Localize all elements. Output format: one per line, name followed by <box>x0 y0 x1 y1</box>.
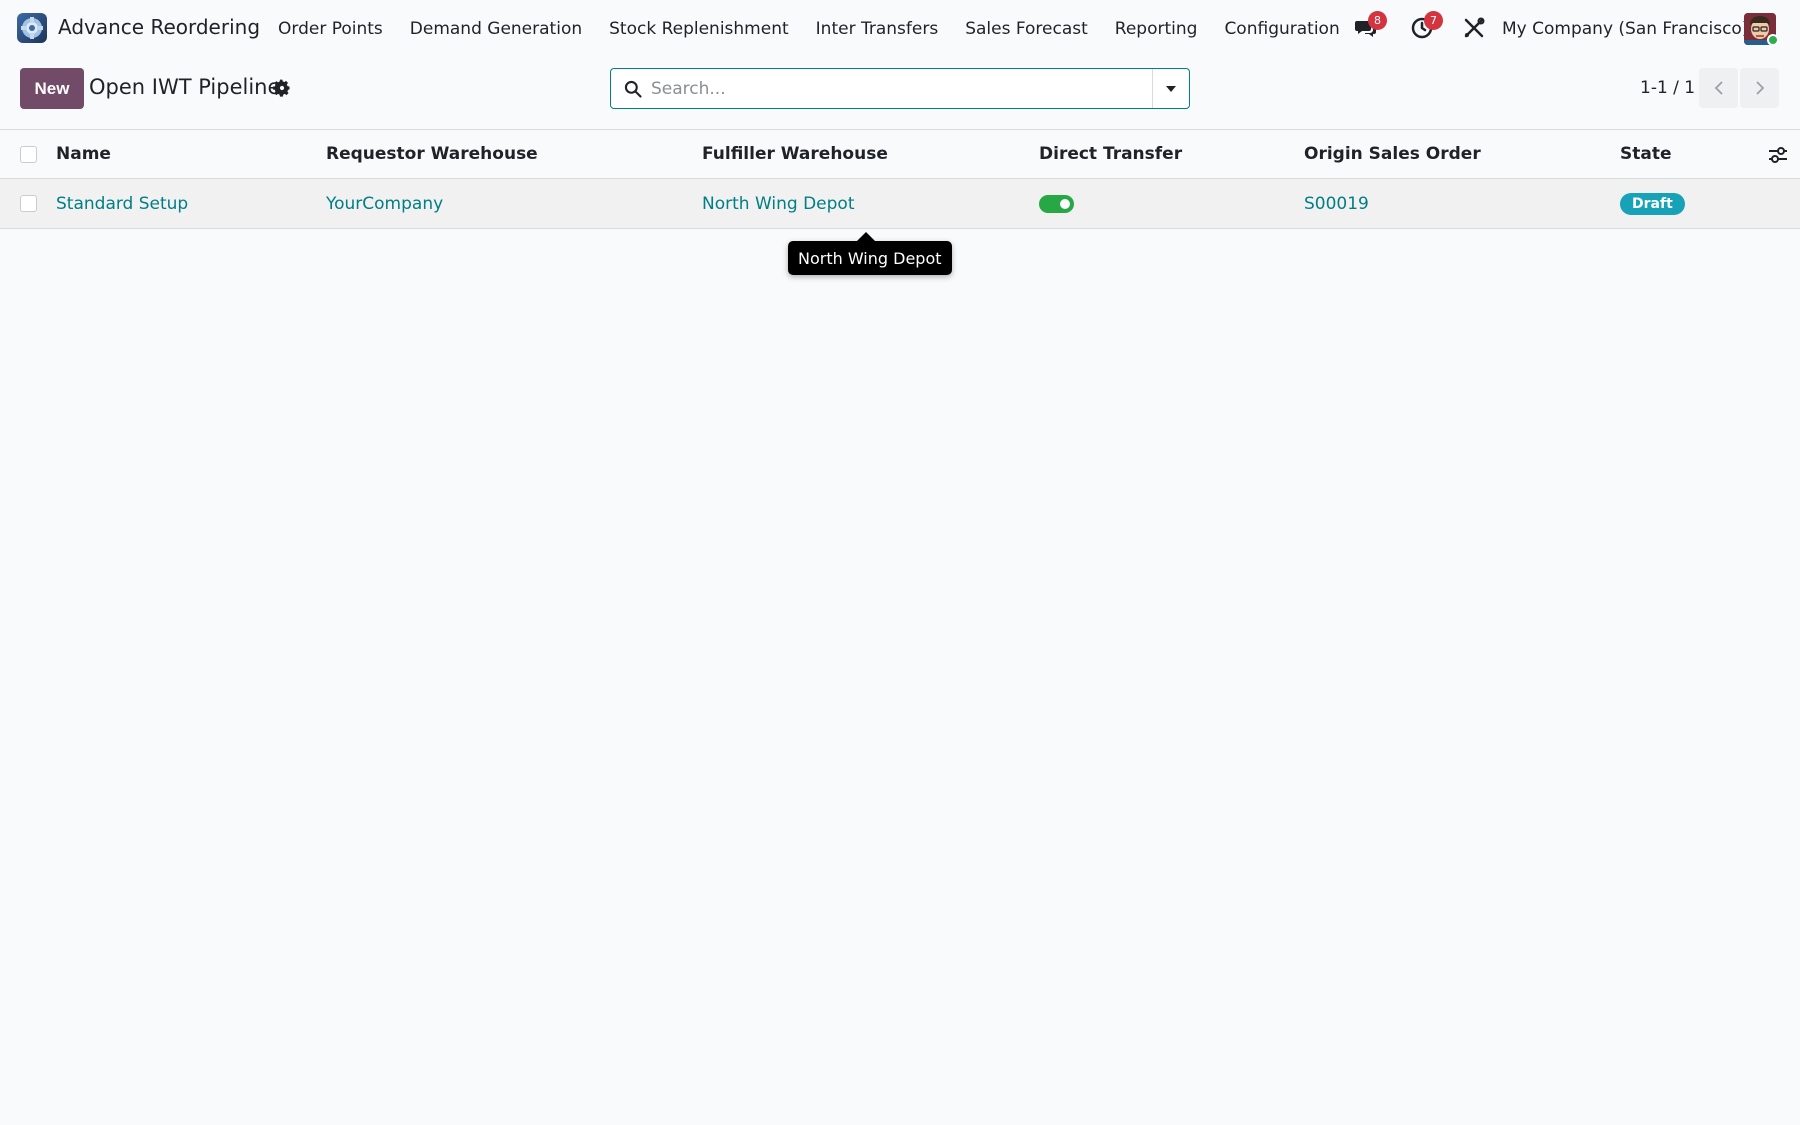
messages-button[interactable]: 8 <box>1354 11 1387 42</box>
optional-columns-icon[interactable] <box>1768 146 1788 164</box>
menu-demand-generation[interactable]: Demand Generation <box>410 19 582 39</box>
pager-value[interactable]: 1-1 / 1 <box>1640 78 1695 98</box>
cell-name[interactable]: Standard Setup <box>56 179 188 228</box>
main-menu: Order Points Demand Generation Stock Rep… <box>278 19 1367 39</box>
search-options-toggle[interactable] <box>1152 69 1189 108</box>
top-navbar: Advance Reordering Order Points Demand G… <box>0 0 1800 58</box>
tools-icon <box>1464 17 1485 38</box>
column-header-origin-sales-order[interactable]: Origin Sales Order <box>1304 130 1481 178</box>
row-select-cell <box>20 179 37 228</box>
app-logo-icon[interactable] <box>17 13 47 43</box>
list-view: Name Requestor Warehouse Fulfiller Wareh… <box>0 129 1800 229</box>
new-button[interactable]: New <box>20 68 84 109</box>
status-badge: Draft <box>1620 192 1685 215</box>
menu-sales-forecast[interactable]: Sales Forecast <box>965 19 1088 39</box>
debug-tools-button[interactable] <box>1462 16 1488 42</box>
column-header-direct-transfer[interactable]: Direct Transfer <box>1039 130 1182 178</box>
caret-down-icon <box>1166 85 1176 92</box>
chevron-right-icon <box>1755 81 1764 95</box>
search-input[interactable] <box>651 75 1141 103</box>
column-header-name[interactable]: Name <box>56 130 111 178</box>
select-all-checkbox[interactable] <box>20 145 37 163</box>
menu-inter-transfers[interactable]: Inter Transfers <box>816 19 939 39</box>
cell-direct-transfer <box>1039 179 1074 228</box>
messages-count-badge: 8 <box>1368 11 1387 30</box>
app-name[interactable]: Advance Reordering <box>58 15 260 39</box>
tooltip-arrow <box>857 232 875 241</box>
cell-origin-sales-order[interactable]: S00019 <box>1304 179 1369 228</box>
column-header-fulfiller-warehouse[interactable]: Fulfiller Warehouse <box>702 130 888 178</box>
pager-previous-button[interactable] <box>1699 68 1738 108</box>
pager-next-button[interactable] <box>1740 68 1779 108</box>
cell-requestor-warehouse[interactable]: YourCompany <box>326 179 443 228</box>
cell-state: Draft <box>1620 179 1685 228</box>
column-header-requestor-warehouse[interactable]: Requestor Warehouse <box>326 130 538 178</box>
menu-reporting[interactable]: Reporting <box>1115 19 1198 39</box>
online-status-indicator <box>1767 34 1779 46</box>
row-checkbox[interactable] <box>20 195 37 212</box>
chevron-left-icon <box>1714 81 1723 95</box>
column-header-state[interactable]: State <box>1620 130 1672 178</box>
menu-configuration[interactable]: Configuration <box>1224 19 1339 39</box>
table-row[interactable]: Standard Setup YourCompany North Wing De… <box>0 179 1800 229</box>
activities-button[interactable]: 7 <box>1410 11 1443 42</box>
company-switcher[interactable]: My Company (San Francisco) <box>1502 19 1748 39</box>
search-icon <box>624 80 642 98</box>
gear-icon[interactable] <box>272 78 292 98</box>
page-title: Open IWT Pipeline <box>89 75 281 99</box>
table-header: Name Requestor Warehouse Fulfiller Wareh… <box>0 129 1800 179</box>
menu-stock-replenishment[interactable]: Stock Replenishment <box>609 19 789 39</box>
menu-order-points[interactable]: Order Points <box>278 19 383 39</box>
activities-count-badge: 7 <box>1424 11 1443 30</box>
search-bar <box>610 68 1190 109</box>
select-all-cell <box>20 130 37 178</box>
tooltip: North Wing Depot <box>788 241 952 275</box>
direct-transfer-toggle[interactable] <box>1039 194 1074 213</box>
cell-fulfiller-warehouse[interactable]: North Wing Depot <box>702 179 855 228</box>
